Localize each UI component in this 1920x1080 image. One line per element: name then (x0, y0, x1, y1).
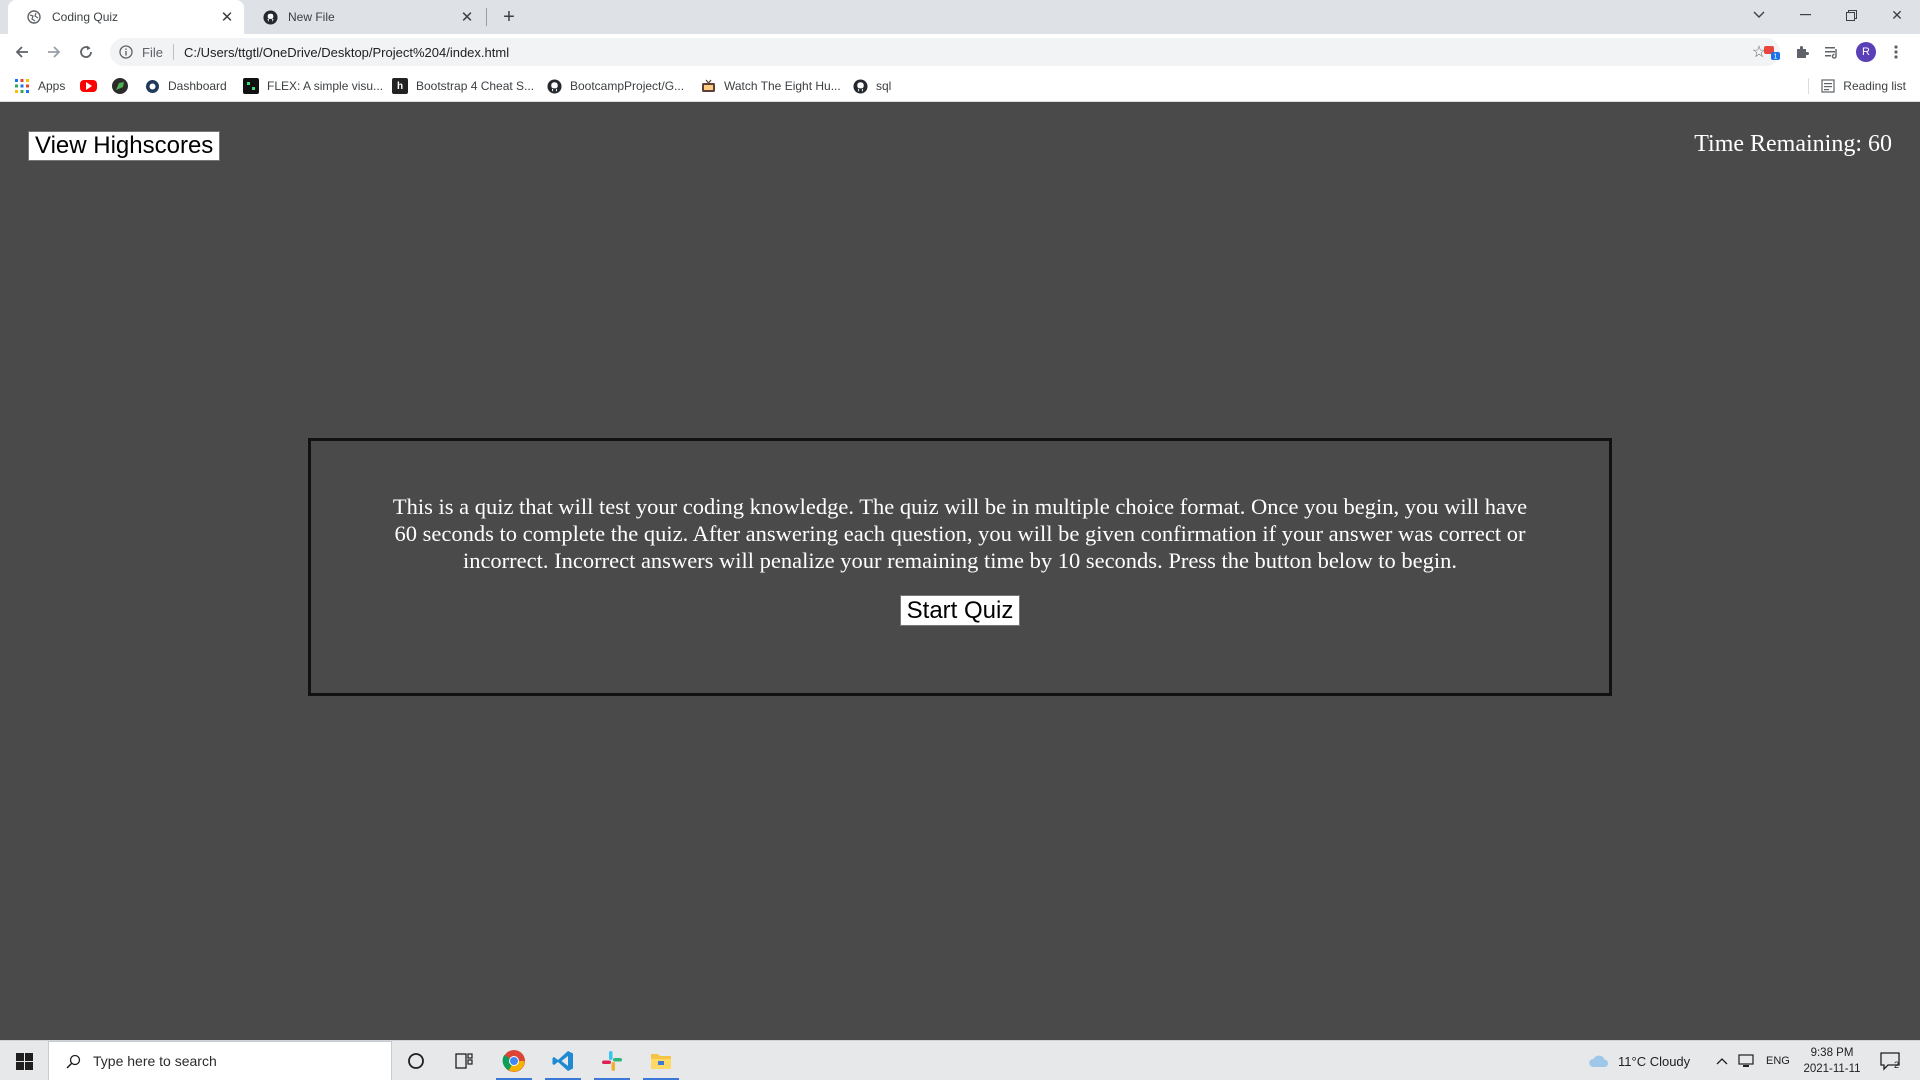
divider (1808, 78, 1809, 94)
tab-title: Coding Quiz (52, 10, 119, 24)
network-icon[interactable] (1738, 1041, 1754, 1080)
divider (172, 44, 174, 60)
bookmark-flex[interactable]: FLEX: A simple visu... (243, 70, 383, 102)
youtube-icon (80, 80, 97, 92)
slack-icon[interactable] (588, 1041, 636, 1080)
tab-new-file[interactable]: New File ✕ (244, 0, 484, 34)
github-icon (852, 78, 868, 94)
clock-date: 2021-11-11 (1803, 1063, 1861, 1075)
dashboard-icon (144, 78, 160, 94)
show-hidden-icons-chevron-icon[interactable] (1716, 1041, 1728, 1080)
language-indicator[interactable]: ENG (1766, 1041, 1790, 1080)
close-tab-icon[interactable]: ✕ (458, 8, 476, 26)
search-icon (63, 1054, 83, 1069)
url-text[interactable]: C:/Users/ttgtl/OneDrive/Desktop/Project%… (184, 45, 509, 60)
taskbar-clock[interactable]: 9:38 PM 2021-11-11 (1796, 1045, 1868, 1077)
reload-icon[interactable] (74, 40, 98, 64)
restore-icon[interactable] (1828, 0, 1874, 30)
weather-text: 11°C Cloudy (1618, 1053, 1691, 1069)
notification-count: 2 (1894, 1060, 1899, 1070)
apps-grid-icon (14, 78, 30, 94)
puzzle-icon[interactable] (1790, 40, 1814, 64)
chrome-icon[interactable] (490, 1041, 538, 1080)
pen-nib-icon (112, 78, 128, 94)
windows-start-icon[interactable] (0, 1041, 48, 1080)
bookmark-label: FLEX: A simple visu... (267, 79, 384, 93)
site-info-icon[interactable] (118, 44, 134, 60)
bookmark-dashboard[interactable]: Dashboard (144, 70, 227, 102)
time-remaining-label: Time Remaining: 60 (1694, 131, 1892, 157)
task-view-icon[interactable] (440, 1041, 488, 1080)
extension-badge: 1 (1774, 54, 1778, 61)
bookmark-label: Dashboard (168, 79, 227, 93)
bootstrap-icon: h (392, 78, 408, 94)
globe-icon (26, 9, 42, 25)
page-content: View Highscores Time Remaining: 60 This … (0, 103, 1920, 1038)
extension-icon[interactable]: 1 (1760, 40, 1784, 64)
bookmark-bootcamp-project[interactable]: BootcampProject/G... (546, 70, 684, 102)
address-bar[interactable]: File C:/Users/ttgtl/OneDrive/Desktop/Pro… (110, 38, 1780, 66)
start-quiz-button[interactable]: Start Quiz (899, 595, 1021, 626)
forward-arrow-icon[interactable] (42, 40, 66, 64)
notification-center-icon[interactable]: 2 (1880, 1041, 1902, 1080)
view-highscores-button[interactable]: View Highscores (28, 131, 221, 161)
github-icon (546, 78, 562, 94)
minimize-icon[interactable] (1782, 0, 1828, 30)
reading-list-button[interactable]: Reading list (1821, 70, 1906, 102)
tab-strip: Coding Quiz ✕ New File ✕ + ✕ (0, 0, 1920, 34)
media-queue-icon[interactable] (1820, 40, 1844, 64)
url-scheme-label: File (142, 44, 163, 60)
new-tab-plus-icon[interactable]: + (497, 5, 521, 29)
tab-title: New File (288, 10, 335, 24)
taskbar-search-box[interactable]: Type here to search (48, 1041, 392, 1080)
vscode-icon[interactable] (539, 1041, 587, 1080)
quiz-intro-panel: This is a quiz that will test your codin… (308, 438, 1612, 696)
flex-icon (243, 78, 259, 94)
kebab-menu-icon[interactable] (1884, 40, 1908, 64)
bookmark-sql[interactable]: sql (852, 70, 891, 102)
clock-time: 9:38 PM (1810, 1047, 1854, 1059)
bookmark-apps[interactable]: Apps (14, 70, 65, 102)
quiz-intro-text: This is a quiz that will test your codin… (392, 494, 1528, 573)
browser-toolbar: File C:/Users/ttgtl/OneDrive/Desktop/Pro… (0, 34, 1920, 70)
reading-list-label: Reading list (1843, 79, 1906, 93)
bookmark-youtube[interactable] (80, 70, 105, 102)
tab-coding-quiz[interactable]: Coding Quiz ✕ (8, 0, 244, 34)
profile-avatar[interactable]: R (1856, 42, 1876, 62)
cortana-icon[interactable] (392, 1041, 440, 1080)
bookmarks-bar: Apps Dashboard FLEX: A simple visu... h … (0, 70, 1920, 102)
windows-taskbar: Type here to search 11°C Cloudy ENG 9:38… (0, 1040, 1920, 1080)
bookmark-label: Apps (38, 79, 66, 93)
bookmark-label: Watch The Eight Hu... (724, 79, 841, 93)
bookmark-eight-hundred[interactable]: Watch The Eight Hu... (700, 70, 841, 102)
bookmark-bootstrap[interactable]: h Bootstrap 4 Cheat S... (392, 70, 534, 102)
weather-widget[interactable]: 11°C Cloudy (1588, 1041, 1690, 1080)
reading-list-icon (1821, 79, 1835, 93)
github-icon (262, 9, 278, 25)
bookmark-label: Bootstrap 4 Cheat S... (416, 79, 535, 93)
bookmark-pen[interactable] (112, 70, 136, 102)
tab-search-chevron-icon[interactable] (1736, 0, 1782, 30)
back-arrow-icon[interactable] (10, 40, 34, 64)
cloud-icon (1589, 1055, 1608, 1067)
bookmark-label: sql (876, 79, 892, 93)
search-placeholder: Type here to search (93, 1053, 217, 1069)
close-window-icon[interactable]: ✕ (1874, 0, 1920, 30)
tab-separator (486, 8, 487, 26)
close-tab-icon[interactable]: ✕ (218, 8, 236, 26)
bookmark-label: BootcampProject/G... (570, 79, 685, 93)
file-explorer-icon[interactable] (637, 1041, 685, 1080)
tv-icon (700, 78, 716, 94)
